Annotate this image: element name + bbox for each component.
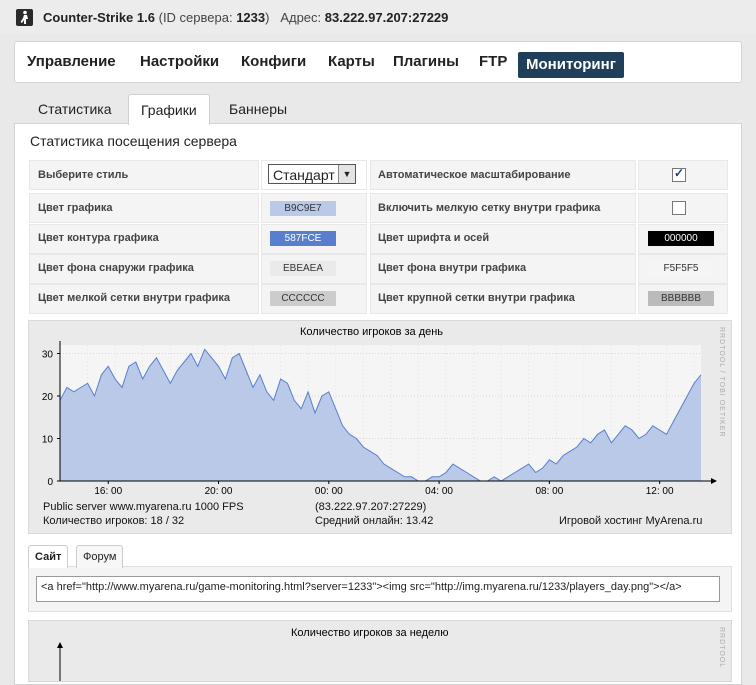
server-address-info: (83.222.97.207:27229) bbox=[315, 501, 427, 513]
nav-management[interactable]: Управление bbox=[27, 51, 116, 73]
tab-statistics[interactable]: Статистика bbox=[38, 101, 112, 125]
embed-code-field[interactable]: <a href="http://www.myarena.ru/game-moni… bbox=[36, 576, 720, 602]
outer-bg-swatch[interactable]: EBEAEA bbox=[270, 261, 336, 276]
small-grid-color-label: Цвет мелкой сетки внутри графика bbox=[38, 292, 231, 304]
inner-bg-swatch[interactable]: F5F5F5 bbox=[648, 261, 714, 276]
y-tick-label: 0 bbox=[47, 477, 53, 488]
x-tick-label: 00: 00 bbox=[315, 486, 343, 497]
nav-monitoring[interactable]: Мониторинг bbox=[518, 52, 624, 78]
y-tick-label: 20 bbox=[42, 392, 54, 403]
server-address: 83.222.97.207:27229 bbox=[324, 10, 449, 25]
x-tick-label: 20: 00 bbox=[205, 486, 233, 497]
tab-banners[interactable]: Баннеры bbox=[229, 101, 287, 125]
avg-online-info: Средний онлайн: 13.42 bbox=[315, 515, 434, 527]
title-bar: Counter-Strike 1.6 (ID сервера: 1233) Ад… bbox=[0, 0, 756, 34]
counter-strike-icon bbox=[16, 9, 33, 26]
graph-color-swatch[interactable]: B9C9E7 bbox=[270, 201, 336, 216]
server-id-close: ) bbox=[265, 10, 270, 25]
tab-forum[interactable]: Форум bbox=[76, 545, 124, 568]
x-tick-label: 04: 00 bbox=[425, 486, 453, 497]
font-color-label: Цвет шрифта и осей bbox=[378, 232, 490, 244]
font-color-swatch[interactable]: 000000 bbox=[648, 231, 714, 246]
x-tick-label: 12: 00 bbox=[646, 486, 674, 497]
nav-plugins[interactable]: Плагины bbox=[393, 51, 459, 73]
small-grid-label: Включить мелкую сетку внутри графика bbox=[378, 202, 601, 214]
nav-settings[interactable]: Настройки bbox=[140, 51, 219, 73]
hosting-info: Игровой хостинг MyArena.ru bbox=[559, 515, 703, 527]
week-chart: Количество игроков за неделю RRDTOOL bbox=[28, 620, 732, 682]
nav-maps[interactable]: Карты bbox=[328, 51, 375, 73]
server-id-label: (ID сервера: bbox=[158, 10, 233, 25]
address-label: Адрес: bbox=[280, 10, 322, 25]
x-axis-arrow bbox=[711, 478, 717, 484]
inner-bg-label: Цвет фона внутри графика bbox=[378, 262, 527, 274]
server-id: 1233 bbox=[236, 10, 266, 25]
server-name-info: Public server www.myarena.ru 1000 FPS bbox=[43, 501, 244, 513]
outline-color-label: Цвет контура графика bbox=[38, 232, 159, 244]
day-chart: Количество игроков за день 0 10 20 30 16: 00… bbox=[28, 320, 732, 534]
server-title: Counter-Strike 1.6 (ID сервера: 1233) Ад… bbox=[43, 10, 448, 25]
outline-color-swatch[interactable]: 587FCE bbox=[270, 231, 336, 246]
x-tick-label: 08: 00 bbox=[535, 486, 563, 497]
players-info: Количество игроков: 18 / 32 bbox=[43, 515, 185, 527]
big-grid-color-swatch[interactable]: BBBBBB bbox=[648, 291, 714, 306]
nav-configs[interactable]: Конфиги bbox=[241, 51, 306, 73]
x-tick-label: 16: 00 bbox=[94, 486, 122, 497]
rrdtool-watermark: RRDTOOL / TOBI OETIKER bbox=[718, 327, 725, 438]
autoscale-checkbox[interactable] bbox=[672, 166, 686, 182]
y-tick-label: 30 bbox=[42, 350, 54, 361]
y-tick-label: 10 bbox=[42, 435, 54, 446]
style-select-value: Стандарт bbox=[273, 167, 335, 183]
graph-color-label: Цвет графика bbox=[38, 202, 113, 214]
tab-graphs[interactable]: Графики bbox=[128, 94, 210, 125]
tab-site[interactable]: Сайт bbox=[28, 545, 69, 568]
main-nav: Управление Настройки Конфиги Карты Плаги… bbox=[14, 41, 742, 83]
style-label: Выберите стиль bbox=[38, 169, 129, 181]
style-select[interactable]: Стандарт ▼ bbox=[268, 164, 356, 184]
week-chart-plot bbox=[57, 642, 63, 681]
game-name: Counter-Strike 1.6 bbox=[43, 10, 155, 25]
big-grid-color-label: Цвет крупной сетки внутри графика bbox=[378, 292, 575, 304]
small-grid-color-swatch[interactable]: CCCCCC bbox=[270, 291, 336, 306]
dropdown-arrow-icon: ▼ bbox=[338, 165, 355, 183]
small-grid-checkbox[interactable] bbox=[672, 201, 686, 215]
autoscale-label: Автоматическое масштабирование bbox=[378, 169, 571, 181]
nav-ftp[interactable]: FTP bbox=[479, 51, 507, 73]
section-title: Статистика посещения сервера bbox=[30, 133, 237, 149]
outer-bg-label: Цвет фона снаружи графика bbox=[38, 262, 194, 274]
